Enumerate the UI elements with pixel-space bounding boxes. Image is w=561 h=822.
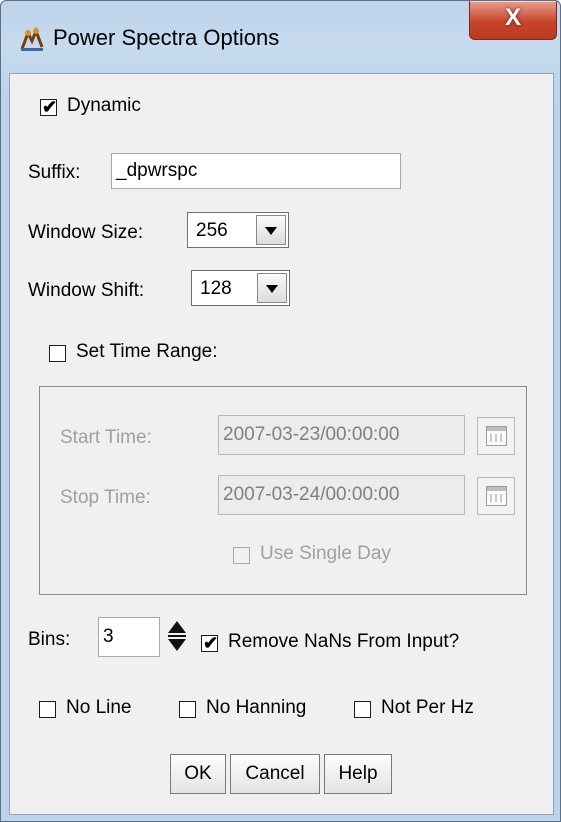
use-single-day-checkbox[interactable] xyxy=(233,547,250,564)
close-icon: X xyxy=(504,4,521,31)
chevron-down-icon xyxy=(266,285,278,293)
not-per-hz-checkbox[interactable] xyxy=(354,701,371,718)
close-button[interactable]: X xyxy=(469,1,557,40)
window-shift-select[interactable]: 128 xyxy=(191,270,290,306)
suffix-input[interactable]: _dpwrspc xyxy=(111,153,401,189)
stop-time-label: Stop Time: xyxy=(60,487,151,508)
ok-button[interactable]: OK xyxy=(170,754,226,794)
no-hanning-checkbox[interactable] xyxy=(179,701,196,718)
stop-time-calendar-button[interactable] xyxy=(477,477,515,515)
time-range-group: Start Time: 2007-03-23/00:00:00 Stop Tim… xyxy=(39,386,527,595)
not-per-hz-label: Not Per Hz xyxy=(381,697,474,718)
no-line-checkbox[interactable] xyxy=(39,701,56,718)
dynamic-checkbox[interactable]: ✔ xyxy=(40,97,58,117)
start-time-label: Start Time: xyxy=(60,427,152,448)
app-icon xyxy=(20,27,44,51)
chevron-down-icon xyxy=(265,227,277,235)
start-time-input[interactable]: 2007-03-23/00:00:00 xyxy=(218,415,465,455)
window-size-select[interactable]: 256 xyxy=(187,212,289,248)
spinner-down-arrow[interactable] xyxy=(168,639,186,651)
dialog-client-area: ✔ Dynamic Suffix: _dpwrspc Window Size: … xyxy=(9,73,554,815)
check-mark-icon: ✔ xyxy=(42,97,58,117)
window-shift-dropdown-button[interactable] xyxy=(257,273,287,303)
spinner-divider xyxy=(168,635,186,637)
remove-nans-checkbox[interactable]: ✔ xyxy=(201,633,219,653)
no-hanning-label: No Hanning xyxy=(206,697,307,718)
window-size-dropdown-button[interactable] xyxy=(256,215,286,245)
bins-input[interactable]: 3 xyxy=(98,617,160,657)
window-size-label: Window Size: xyxy=(28,222,144,243)
use-single-day-label: Use Single Day xyxy=(260,543,391,564)
remove-nans-label: Remove NaNs From Input? xyxy=(228,631,460,652)
window-size-value: 256 xyxy=(196,220,228,241)
help-button[interactable]: Help xyxy=(324,754,392,794)
spinner-icon[interactable] xyxy=(166,619,188,653)
dialog-window: Power Spectra Options X ✔ Dynamic Suffix… xyxy=(0,0,561,822)
bins-label: Bins: xyxy=(28,629,71,650)
check-mark-icon: ✔ xyxy=(203,633,219,653)
start-time-calendar-button[interactable] xyxy=(477,417,515,455)
stop-time-input[interactable]: 2007-03-24/00:00:00 xyxy=(218,475,465,515)
cancel-button[interactable]: Cancel xyxy=(230,754,320,794)
window-title: Power Spectra Options xyxy=(53,25,280,50)
calendar-icon xyxy=(486,426,507,446)
set-time-range-label: Set Time Range: xyxy=(76,341,218,362)
window-shift-label: Window Shift: xyxy=(28,280,145,301)
window-shift-value: 128 xyxy=(200,278,232,299)
title-bar[interactable]: Power Spectra Options X xyxy=(1,1,560,73)
suffix-label: Suffix: xyxy=(28,162,81,183)
spinner-up-arrow[interactable] xyxy=(168,621,186,633)
set-time-range-checkbox[interactable] xyxy=(49,345,66,362)
no-line-label: No Line xyxy=(66,697,132,718)
calendar-icon xyxy=(486,486,507,506)
dynamic-label: Dynamic xyxy=(67,95,141,116)
